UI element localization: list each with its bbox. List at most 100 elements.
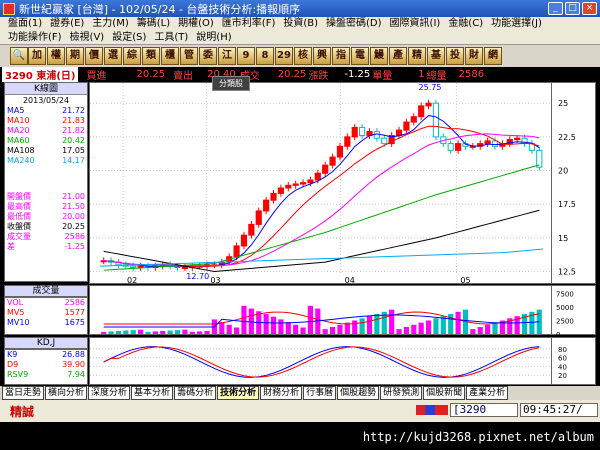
tab-10[interactable]: 個股新聞 <box>423 386 466 400</box>
tab-3[interactable]: 基本分析 <box>131 386 174 400</box>
toolbar-button-21[interactable]: 基 <box>427 47 445 65</box>
tab-2[interactable]: 深度分析 <box>88 386 131 400</box>
toolbar-button-14[interactable]: 核 <box>294 47 312 65</box>
vol-tick-label: 0 <box>556 331 560 336</box>
toolbar-button-15[interactable]: 興 <box>313 47 331 65</box>
toolbar-button-12[interactable]: 8 <box>256 47 274 65</box>
volume-bar <box>425 320 432 334</box>
toolbar-button-3[interactable]: 價 <box>85 47 103 65</box>
menu-item-4[interactable]: 期權(O) <box>174 17 218 31</box>
candle-body <box>359 126 366 137</box>
candle-body <box>455 143 462 151</box>
menu-item-7[interactable]: 操盤密碼(D) <box>322 17 386 31</box>
toolbar-button-23[interactable]: 財 <box>465 47 483 65</box>
search-icon[interactable]: 🔍 <box>10 47 28 65</box>
toolbar-button-22[interactable]: 投 <box>446 47 464 65</box>
row-value: 1577 <box>64 308 85 317</box>
y-tick-label: 17.5 <box>558 200 576 209</box>
toolbar-button-18[interactable]: 鰻 <box>370 47 388 65</box>
tab-9[interactable]: 研發預測 <box>380 386 423 400</box>
minimize-button[interactable]: _ <box>548 2 563 15</box>
volume-bar <box>197 331 203 334</box>
kd-header[interactable]: KD,J <box>4 337 88 349</box>
toolbar-button-7[interactable]: 櫃 <box>161 47 179 65</box>
tab-8[interactable]: 個股趨勢 <box>337 386 380 400</box>
volume-bar <box>440 316 446 334</box>
row-value: 2586 <box>64 232 85 241</box>
volume-bar <box>278 319 284 334</box>
candle-body <box>514 137 521 141</box>
tab-0[interactable]: 當日走勢 <box>2 386 45 400</box>
volume-chart[interactable] <box>89 285 552 335</box>
menu-item-5[interactable]: 匯市利率(F) <box>218 17 280 31</box>
tooltip: 分類股 <box>212 76 250 91</box>
toolbar-button-4[interactable]: 選 <box>104 47 122 65</box>
menu-item-14[interactable]: 工具(T) <box>150 31 192 45</box>
toolbar-button-0[interactable]: 加 <box>28 47 46 65</box>
k9-line <box>103 346 540 378</box>
menu-item-13[interactable]: 設定(S) <box>108 31 150 45</box>
toolbar-button-20[interactable]: 精 <box>408 47 426 65</box>
candle-body <box>285 184 292 189</box>
y-tick-label: 25 <box>558 99 568 108</box>
menu-item-3[interactable]: 籌碼(L) <box>133 17 174 31</box>
toolbar-button-5[interactable]: 綜 <box>123 47 141 65</box>
volume-bar <box>101 331 107 334</box>
menu-item-15[interactable]: 說明(H) <box>192 31 235 45</box>
x-tick-label: 02 <box>127 276 137 285</box>
candle-body <box>307 179 314 184</box>
tab-7[interactable]: 行事曆 <box>303 386 337 400</box>
toolbar-button-11[interactable]: 9 <box>237 47 255 65</box>
window-title: 新世紀贏家 [台灣] - 102/05/24 - 台盤技術分析:播報順序 <box>19 2 301 16</box>
kd-chart[interactable] <box>89 337 553 385</box>
candle-body <box>447 143 454 151</box>
tab-11[interactable]: 產業分析 <box>466 386 509 400</box>
row-label: MA10 <box>7 116 30 125</box>
quote-bar: 3290 東浦(日) 買進 20.25 賣出 20.40 成交 20.25 漲跌… <box>0 66 600 82</box>
menu-item-2[interactable]: 主力(M) <box>88 17 132 31</box>
toolbar-button-17[interactable]: 電 <box>351 47 369 65</box>
toolbar-button-6[interactable]: 類 <box>142 47 160 65</box>
maximize-button[interactable]: □ <box>565 2 580 15</box>
toolbar-button-9[interactable]: 委 <box>199 47 217 65</box>
volume-header[interactable]: 成交量 <box>4 285 88 297</box>
tab-1[interactable]: 橫向分析 <box>45 386 88 400</box>
volume-bar <box>485 324 491 334</box>
toolbar-button-10[interactable]: 江 <box>218 47 236 65</box>
menu-item-8[interactable]: 國際資訊(I) <box>386 17 445 31</box>
toolbar-button-16[interactable]: 指 <box>332 47 350 65</box>
row-label: 開盤價 <box>7 192 31 201</box>
left-ma-row: MA10 21.83 <box>5 116 87 126</box>
price-plot[interactable]: 02 03 04 05 25.75 12.70 <box>90 83 553 285</box>
close-button[interactable]: × <box>582 2 597 15</box>
menu-item-9[interactable]: 金融(C) <box>444 17 487 31</box>
candlestick-chart[interactable]: 02 03 04 05 25.75 12.70 <box>89 82 553 285</box>
menu-item-6[interactable]: 投資(B) <box>279 17 322 31</box>
y-tick-label: 15 <box>558 234 568 243</box>
stock-code-input[interactable]: [3290 <box>450 403 518 417</box>
kline-header[interactable]: K線圖 <box>5 83 87 95</box>
indicator-panel: K線圖 2013/05/24 MA5 21.72 MA10 21.83 MA20 21.8… <box>4 82 88 282</box>
stock-code[interactable]: 3290 東浦(日) <box>2 66 79 82</box>
row-label: MA5 <box>7 106 25 115</box>
toolbar-button-13[interactable]: 29 <box>275 47 293 65</box>
candle-body <box>344 136 351 147</box>
menu-item-12[interactable]: 檢視(V) <box>66 31 109 45</box>
menu-item-11[interactable]: 功能操作(F) <box>4 31 66 45</box>
tab-6[interactable]: 財務分析 <box>260 386 303 400</box>
y-tick-label: 20 <box>558 167 568 176</box>
menu-item-10[interactable]: 功能選擇(J) <box>487 17 546 31</box>
tab-5[interactable]: 技術分析 <box>217 386 260 400</box>
toolbar-button-2[interactable]: 期 <box>66 47 84 65</box>
candle-body <box>381 137 388 145</box>
tab-4[interactable]: 籌碼分析 <box>174 386 217 400</box>
left-ma-row: MA240 14.17 <box>5 156 87 166</box>
toolbar-button-1[interactable]: 權 <box>47 47 65 65</box>
toolbar-button-24[interactable]: 網 <box>484 47 502 65</box>
toolbar-button-8[interactable]: 管 <box>180 47 198 65</box>
menu-item-0[interactable]: 盤面(1) <box>4 17 46 31</box>
menu-item-1[interactable]: 證券(E) <box>46 17 88 31</box>
toolbar-button-19[interactable]: 產 <box>389 47 407 65</box>
volume-bar <box>396 329 402 334</box>
row-value: 2586 <box>64 298 85 307</box>
